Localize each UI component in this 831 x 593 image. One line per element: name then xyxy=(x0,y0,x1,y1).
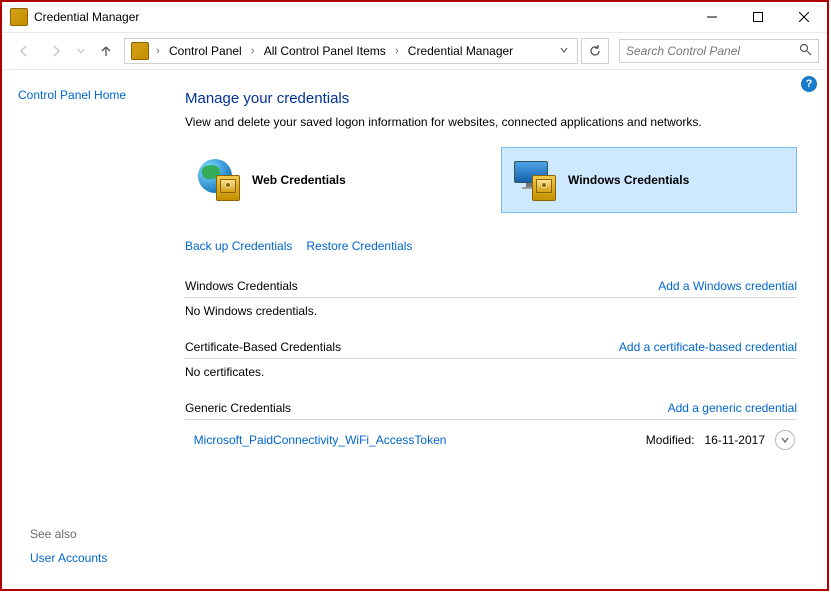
page-description: View and delete your saved logon informa… xyxy=(185,115,797,129)
action-links: Back up Credentials Restore Credentials xyxy=(185,239,797,253)
credential-manager-icon xyxy=(10,8,28,26)
backup-credentials-link[interactable]: Back up Credentials xyxy=(185,239,292,253)
expand-button[interactable] xyxy=(775,430,795,450)
see-also-label: See also xyxy=(30,527,107,541)
forward-button[interactable] xyxy=(42,38,70,64)
add-certificate-credential-link[interactable]: Add a certificate-based credential xyxy=(619,340,797,354)
body: ? Control Panel Home See also User Accou… xyxy=(2,70,827,589)
see-also-block: See also User Accounts xyxy=(30,527,107,571)
windows-credentials-icon xyxy=(514,159,556,201)
section-title: Generic Credentials xyxy=(185,401,291,415)
section-title: Certificate-Based Credentials xyxy=(185,340,341,354)
restore-credentials-link[interactable]: Restore Credentials xyxy=(306,239,412,253)
modified-date: 16-11-2017 xyxy=(705,433,766,447)
address-bar[interactable]: › Control Panel › All Control Panel Item… xyxy=(124,38,578,64)
add-generic-credential-link[interactable]: Add a generic credential xyxy=(668,401,797,415)
chevron-right-icon[interactable]: › xyxy=(153,45,163,57)
left-pane: Control Panel Home See also User Account… xyxy=(2,70,185,589)
back-button[interactable] xyxy=(10,38,38,64)
minimize-button[interactable] xyxy=(689,2,735,32)
search-placeholder: Search Control Panel xyxy=(626,44,740,58)
navbar: › Control Panel › All Control Panel Item… xyxy=(2,33,827,70)
breadcrumb-all-items[interactable]: All Control Panel Items xyxy=(258,39,392,63)
web-credentials-tile[interactable]: Web Credentials xyxy=(185,147,481,213)
section-body: No certificates. xyxy=(185,365,797,379)
window-controls xyxy=(689,2,827,32)
close-button[interactable] xyxy=(781,2,827,32)
search-icon xyxy=(799,43,812,59)
search-input[interactable]: Search Control Panel xyxy=(619,39,819,63)
generic-credentials-section: Generic Credentials Add a generic creden… xyxy=(185,401,797,454)
window-frame: Credential Manager › xyxy=(0,0,829,591)
content-pane: Manage your credentials View and delete … xyxy=(185,70,827,589)
windows-credentials-tile[interactable]: Windows Credentials xyxy=(501,147,797,213)
credential-name: Microsoft_PaidConnectivity_WiFi_AccessTo… xyxy=(194,433,447,447)
breadcrumb-credential-manager[interactable]: Credential Manager xyxy=(402,39,519,63)
refresh-button[interactable] xyxy=(581,38,609,64)
section-title: Windows Credentials xyxy=(185,279,298,293)
section-body: No Windows credentials. xyxy=(185,304,797,318)
credential-type-tiles: Web Credentials Windows Credentials xyxy=(185,147,797,213)
chevron-right-icon[interactable]: › xyxy=(392,45,402,57)
window-title: Credential Manager xyxy=(34,10,689,24)
help-icon[interactable]: ? xyxy=(801,76,817,92)
chevron-right-icon[interactable]: › xyxy=(248,45,258,57)
maximize-button[interactable] xyxy=(735,2,781,32)
web-credentials-label: Web Credentials xyxy=(252,173,346,187)
page-heading: Manage your credentials xyxy=(185,90,797,107)
address-dropdown[interactable] xyxy=(553,44,575,58)
up-button[interactable] xyxy=(92,38,120,64)
add-windows-credential-link[interactable]: Add a Windows credential xyxy=(658,279,797,293)
certificate-credentials-section: Certificate-Based Credentials Add a cert… xyxy=(185,340,797,379)
credential-manager-icon xyxy=(131,42,149,60)
titlebar: Credential Manager xyxy=(2,2,827,33)
modified-label: Modified: xyxy=(646,433,695,447)
user-accounts-link[interactable]: User Accounts xyxy=(30,551,107,565)
windows-credentials-label: Windows Credentials xyxy=(568,173,689,187)
web-credentials-icon xyxy=(198,159,240,201)
breadcrumb-control-panel[interactable]: Control Panel xyxy=(163,39,248,63)
windows-credentials-section: Windows Credentials Add a Windows creden… xyxy=(185,279,797,318)
control-panel-home-link[interactable]: Control Panel Home xyxy=(18,88,169,102)
credential-row[interactable]: Microsoft_PaidConnectivity_WiFi_AccessTo… xyxy=(185,426,797,454)
recent-locations-dropdown[interactable] xyxy=(74,38,88,64)
